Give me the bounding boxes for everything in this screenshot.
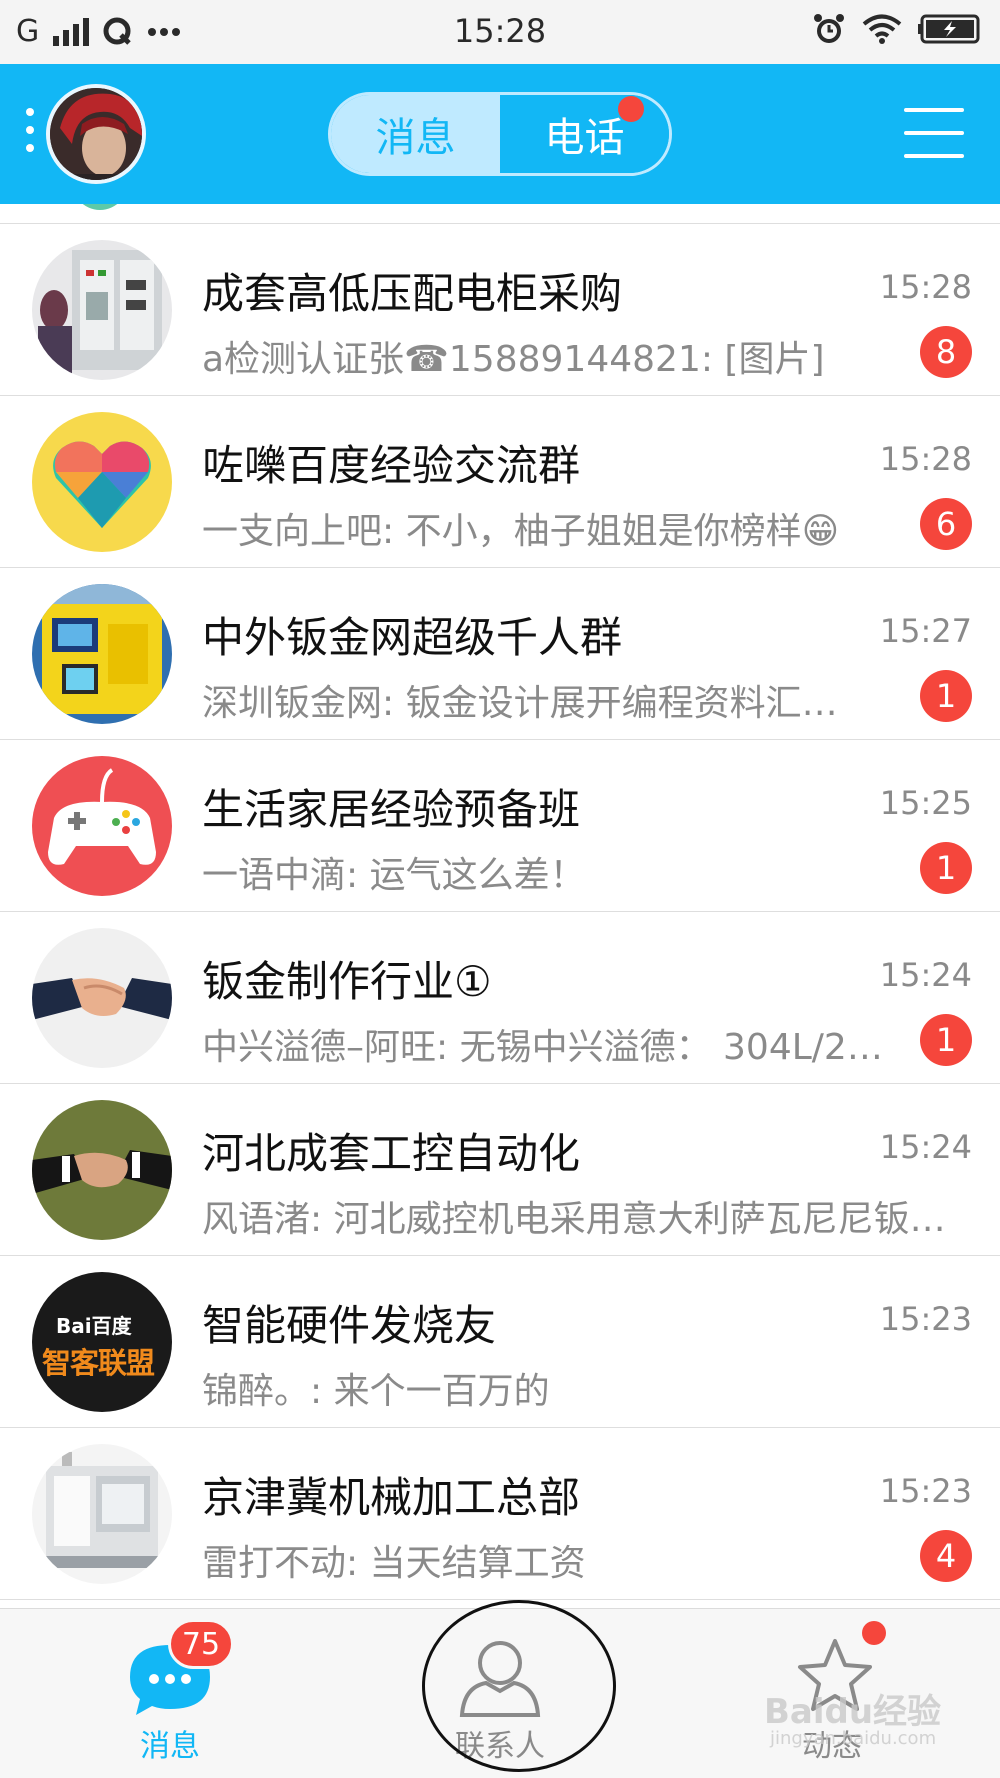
menu-icon[interactable] xyxy=(904,108,964,160)
conversation-preview: 中兴溢德–阿旺: 无锡中兴溢德： 304L/2… xyxy=(202,1027,883,1068)
drawer-dots-icon[interactable] xyxy=(26,108,36,162)
tab-messages-segment[interactable]: 消息 xyxy=(331,95,500,173)
baidu-logo-text: Bai百度 xyxy=(56,1314,132,1338)
conversation-name: 京津冀机械加工总部 xyxy=(202,1473,581,1522)
wifi-icon xyxy=(862,14,902,44)
conversation-time: 15:24 xyxy=(879,956,972,994)
unread-badge: 1 xyxy=(920,842,972,894)
avatar-partial xyxy=(70,204,130,210)
conversation-name: 河北成套工控自动化 xyxy=(202,1129,581,1178)
group-avatar xyxy=(32,240,172,380)
watermark-sub: jingyan.baidu.com xyxy=(770,1728,937,1749)
dynamic-notification-dot xyxy=(862,1621,886,1645)
list-item-partial[interactable] xyxy=(0,204,1000,224)
group-avatar xyxy=(32,584,172,724)
list-item[interactable]: Bai百度 智客联盟 智能硬件发烧友 15:23 锦醉。: 来个一百万的 xyxy=(0,1256,1000,1428)
conversation-name: 咗嚛百度经验交流群 xyxy=(202,441,581,490)
conversation-preview: 锦醉。: 来个一百万的 xyxy=(202,1371,550,1412)
list-item[interactable]: 咗嚛百度经验交流群 15:28 一支向上吧: 不小，柚子姐姐是你榜样😁 6 xyxy=(0,396,1000,568)
watermark-main: Baidu经验 xyxy=(764,1692,942,1732)
conversation-time: 15:23 xyxy=(879,1300,972,1338)
unread-badge: 1 xyxy=(920,670,972,722)
conversation-preview: 风语渚: 河北威控机电采用意大利萨瓦尼尼钣… xyxy=(202,1199,946,1240)
tab-messages-label: 消息 xyxy=(140,1729,200,1764)
list-item[interactable]: 中外钣金网超级千人群 15:27 深圳钣金网: 钣金设计展开编程资料汇… 1 xyxy=(0,568,1000,740)
group-avatar xyxy=(32,1444,172,1584)
highlight-circle-annotation xyxy=(422,1600,616,1772)
conversation-time: 15:27 xyxy=(879,612,972,650)
group-avatar xyxy=(32,928,172,1068)
conversation-name: 中外钣金网超级千人群 xyxy=(202,613,623,662)
conversation-time: 15:24 xyxy=(879,1128,972,1166)
conversation-name: 智能硬件发烧友 xyxy=(202,1301,497,1350)
conversation-preview: 深圳钣金网: 钣金设计展开编程资料汇… xyxy=(202,683,838,724)
list-item[interactable]: 钣金制作行业① 15:24 中兴溢德–阿旺: 无锡中兴溢德： 304L/2… 1 xyxy=(0,912,1000,1084)
list-item[interactable]: 京津冀机械加工总部 15:23 雷打不动: 当天结算工资 4 xyxy=(0,1428,1000,1600)
conversation-preview: 一语中滴: 运气这么差！ xyxy=(202,855,586,896)
unread-badge: 6 xyxy=(920,498,972,550)
conversation-time: 15:23 xyxy=(879,1472,972,1510)
group-avatar xyxy=(32,1100,172,1240)
user-avatar[interactable] xyxy=(46,84,146,184)
messages-unread-badge: 75 xyxy=(168,1619,234,1669)
list-item[interactable]: 生活家居经验预备班 15:25 一语中滴: 运气这么差！ 1 xyxy=(0,740,1000,912)
tab-messages[interactable]: 75 消息 xyxy=(70,1609,270,1778)
conversation-time: 15:25 xyxy=(879,784,972,822)
header-bar: 消息 电话 xyxy=(0,64,1000,204)
unread-badge: 8 xyxy=(920,326,972,378)
conversation-list[interactable]: 成套高低压配电柜采购 15:28 a检测认证张☎15889144821: [图片… xyxy=(0,204,1000,1600)
battery-icon xyxy=(918,14,980,44)
conversation-time: 15:28 xyxy=(879,440,972,478)
zhike-alliance-text: 智客联盟 xyxy=(42,1346,155,1380)
conversation-name: 成套高低压配电柜采购 xyxy=(202,269,623,318)
alarm-icon xyxy=(814,14,844,43)
conversation-preview: 雷打不动: 当天结算工资 xyxy=(202,1543,586,1584)
conversation-preview: a检测认证张☎15889144821: [图片] xyxy=(202,339,825,380)
list-item[interactable]: 河北成套工控自动化 15:24 风语渚: 河北威控机电采用意大利萨瓦尼尼钣… xyxy=(0,1084,1000,1256)
conversation-name: 钣金制作行业① xyxy=(202,957,492,1006)
group-avatar xyxy=(32,412,172,552)
unread-badge: 1 xyxy=(920,1014,972,1066)
group-avatar xyxy=(32,756,172,896)
conversation-name: 生活家居经验预备班 xyxy=(202,785,581,834)
calls-notification-dot xyxy=(618,96,644,122)
status-bar: G 15:28 xyxy=(0,0,1000,64)
group-avatar: Bai百度 智客联盟 xyxy=(32,1272,172,1412)
conversation-time: 15:28 xyxy=(879,268,972,306)
conversation-preview: 一支向上吧: 不小，柚子姐姐是你榜样😁 xyxy=(202,511,840,552)
unread-badge: 4 xyxy=(920,1530,972,1582)
status-right xyxy=(812,12,982,46)
list-item[interactable]: 成套高低压配电柜采购 15:28 a检测认证张☎15889144821: [图片… xyxy=(0,224,1000,396)
